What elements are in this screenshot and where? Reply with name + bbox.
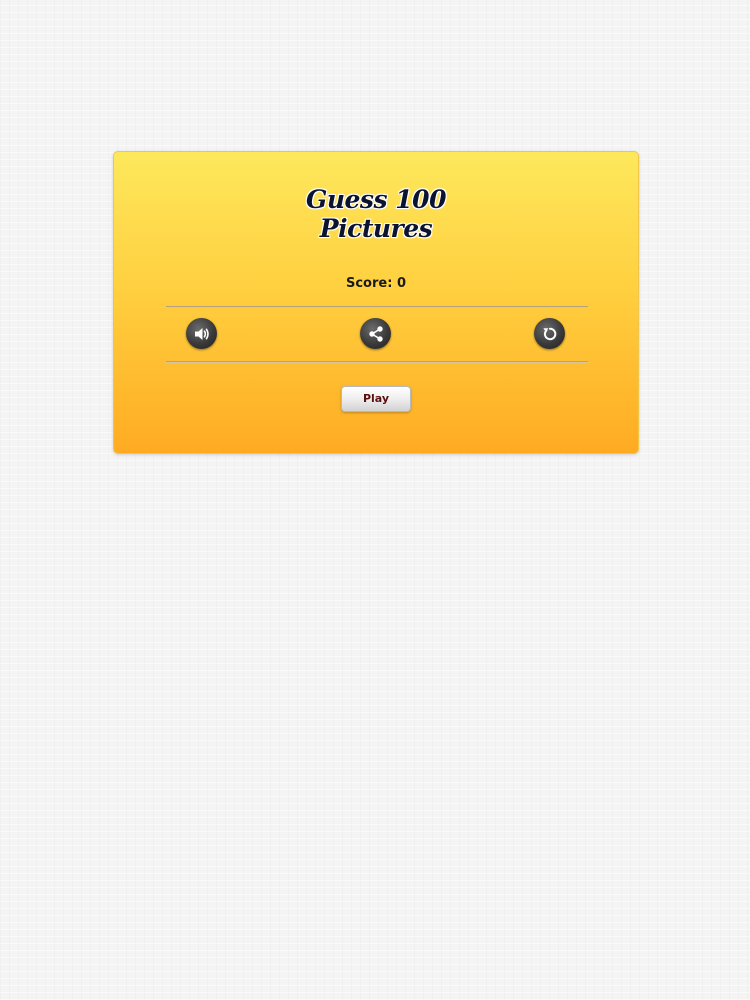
share-icon <box>366 324 386 344</box>
score-display: Score: 0 <box>114 276 638 291</box>
divider-bottom <box>166 361 588 363</box>
play-button[interactable]: Play <box>341 386 411 412</box>
game-title-line1: Guess 100 <box>306 185 446 214</box>
game-title-line2: Pictures <box>319 214 433 243</box>
sound-button[interactable] <box>186 318 217 349</box>
reset-button[interactable] <box>534 318 565 349</box>
main-menu-card: Guess 100 Pictures Score: 0 Play <box>113 151 639 454</box>
speaker-volume-icon <box>192 324 212 344</box>
divider-top <box>166 306 588 308</box>
score-label: Score: <box>345 276 393 291</box>
score-value: 0 <box>396 276 406 291</box>
share-button[interactable] <box>360 318 391 349</box>
reset-icon <box>540 324 560 344</box>
game-title: Guess 100 Pictures <box>114 185 638 243</box>
